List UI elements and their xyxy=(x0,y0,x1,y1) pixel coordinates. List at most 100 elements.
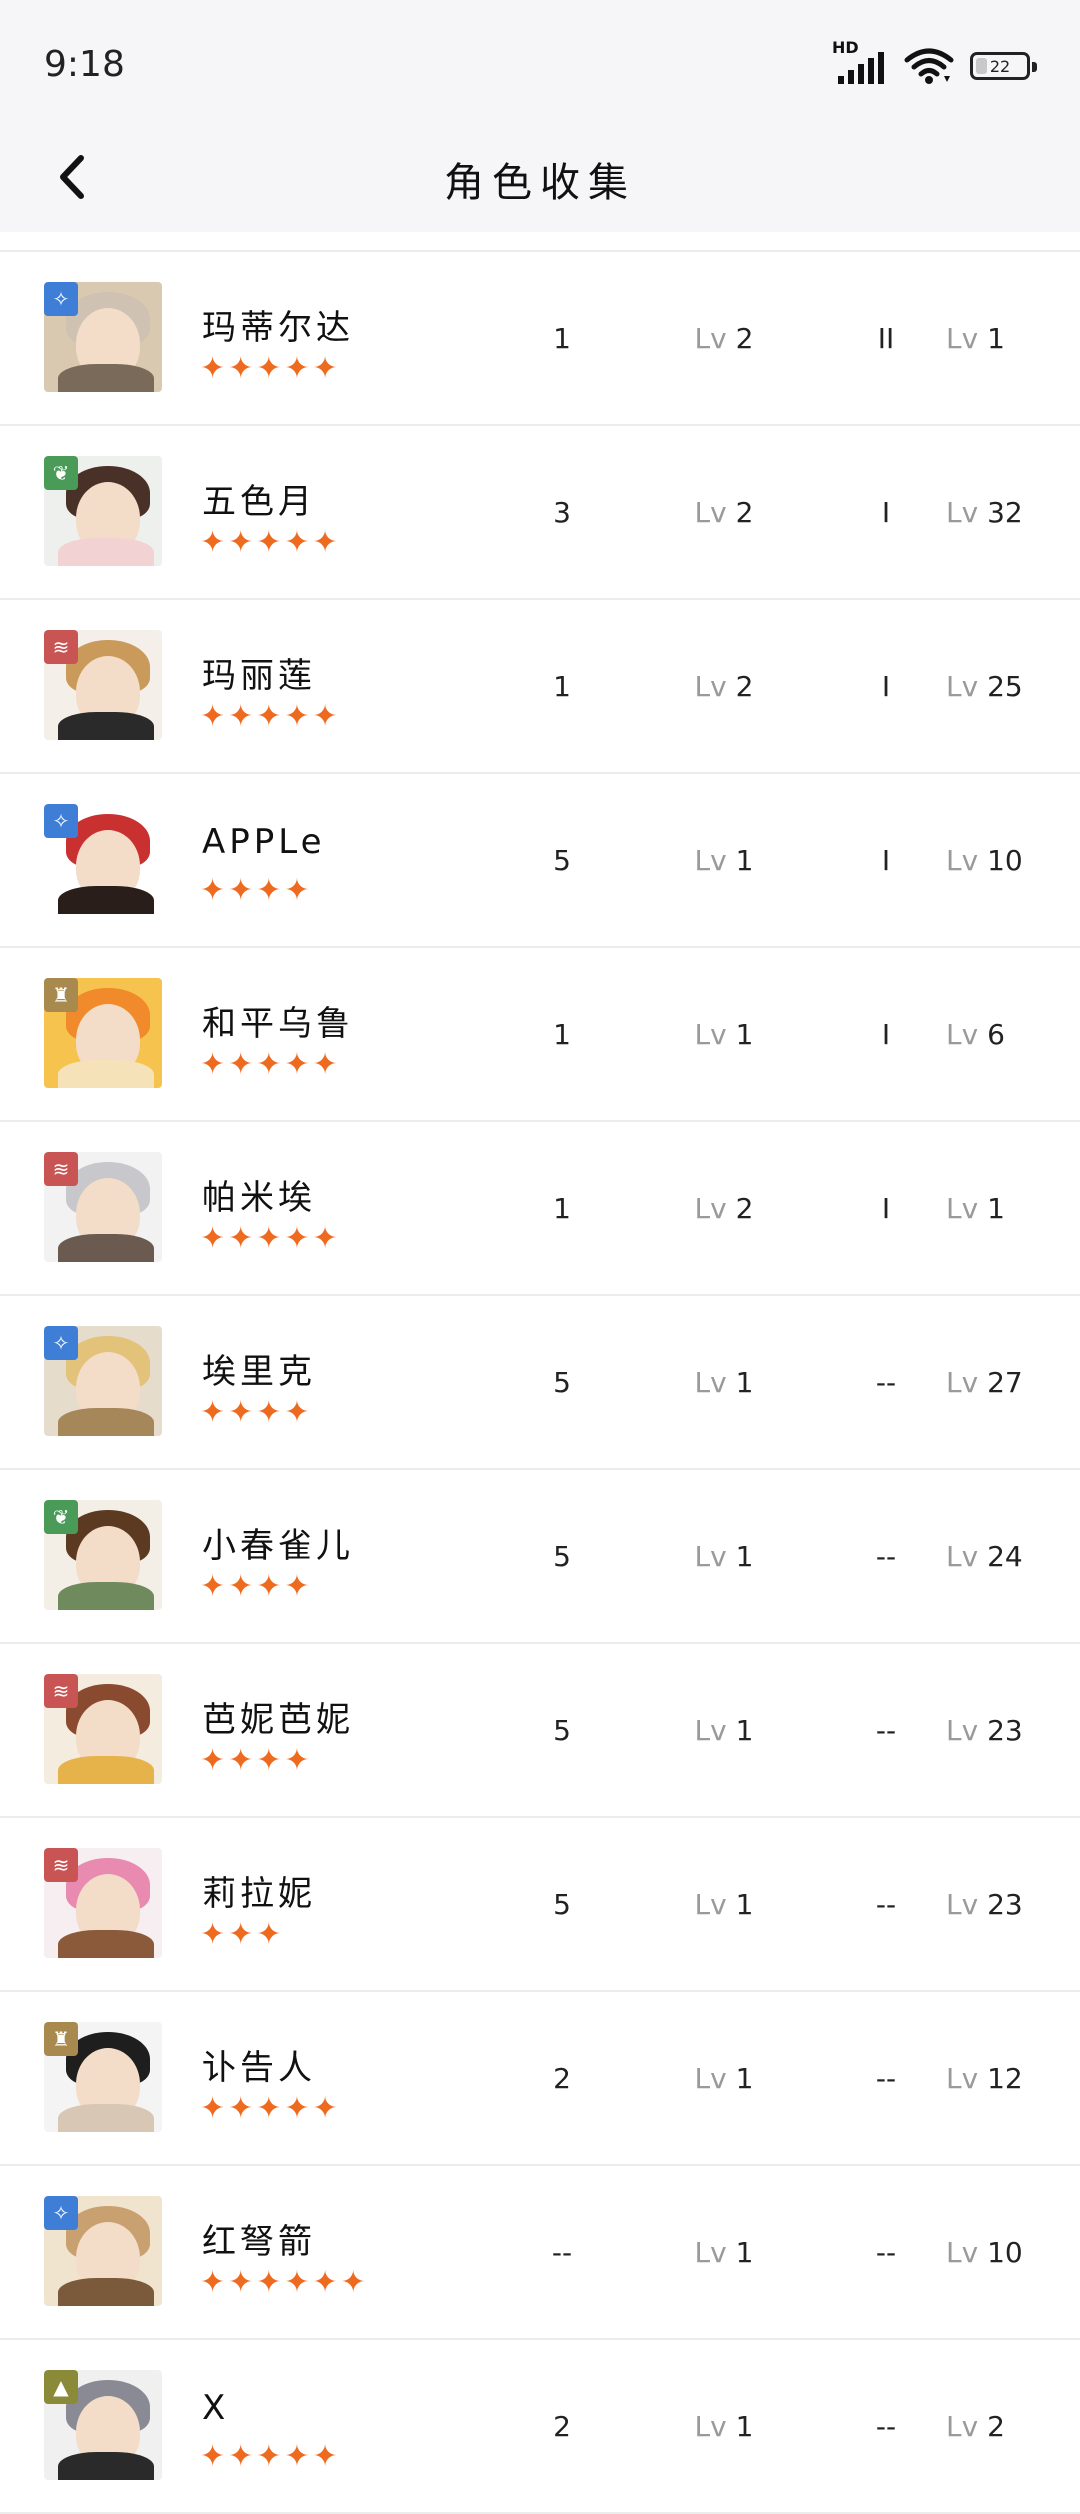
level-value: 23 xyxy=(987,1714,1023,1747)
skill-level: Lv 1 xyxy=(664,1714,784,1747)
character-row[interactable]: ≋ 莉拉妮 ✦✦✦ 5 Lv 1 -- Lv 23 xyxy=(0,1818,1080,1992)
character-avatar[interactable]: ✧ xyxy=(44,282,162,392)
waves-icon: ≋ xyxy=(44,1848,78,1882)
level-value: 1 xyxy=(735,1888,754,1921)
battery-icon: 22 xyxy=(970,52,1037,80)
character-avatar[interactable]: ✧ xyxy=(44,804,162,914)
character-avatar[interactable]: ✧ xyxy=(44,1326,162,1436)
character-avatar[interactable]: ❦ xyxy=(44,1500,162,1610)
character-name: 玛蒂尔达 xyxy=(202,308,354,348)
character-name: 帕米埃 xyxy=(202,1178,316,1218)
character-avatar[interactable]: ✧ xyxy=(44,2196,162,2306)
skill-level: Lv 1 xyxy=(664,2062,784,2095)
dupe-count: 5 xyxy=(553,1366,571,1399)
level-value: 2 xyxy=(987,2410,1005,2443)
level-value: 1 xyxy=(735,2062,754,2095)
level-value: 23 xyxy=(987,1888,1023,1921)
character-name: 五色月 xyxy=(202,482,316,522)
level-prefix: Lv xyxy=(946,670,979,703)
character-avatar[interactable]: ♜ xyxy=(44,2022,162,2132)
character-row[interactable]: ✧ 玛蒂尔达 ✦✦✦✦✦ 1 Lv 2 II Lv 1 xyxy=(0,250,1080,426)
character-avatar[interactable]: ≋ xyxy=(44,1848,162,1958)
level-prefix: Lv xyxy=(694,1888,727,1921)
dupe-count: 1 xyxy=(553,1018,571,1051)
level-value: 2 xyxy=(735,670,754,703)
dupe-count: 5 xyxy=(553,844,571,877)
tier-mark: -- xyxy=(875,2236,897,2269)
tier-mark: I xyxy=(881,496,891,529)
wifi-icon xyxy=(904,48,954,84)
character-avatar[interactable]: ≋ xyxy=(44,1674,162,1784)
level-prefix: Lv xyxy=(694,2062,727,2095)
status-time: 9:18 xyxy=(44,44,125,85)
character-level: Lv 1 xyxy=(946,1192,1066,1225)
level-value: 1 xyxy=(735,2236,754,2269)
rarity-stars: ✦✦✦✦✦ xyxy=(200,525,341,560)
dupe-count: 5 xyxy=(553,1540,571,1573)
dupe-count: 2 xyxy=(553,2062,571,2095)
level-prefix: Lv xyxy=(694,2410,727,2443)
battery-level xyxy=(976,58,987,74)
level-prefix: Lv xyxy=(946,2062,979,2095)
level-prefix: Lv xyxy=(946,1366,979,1399)
level-value: 1 xyxy=(735,1540,754,1573)
character-level: Lv 10 xyxy=(946,2236,1066,2269)
skill-level: Lv 2 xyxy=(664,670,784,703)
level-prefix: Lv xyxy=(694,1192,727,1225)
character-row[interactable]: ♜ 讣告人 ✦✦✦✦✦ 2 Lv 1 -- Lv 12 xyxy=(0,1992,1080,2166)
character-row[interactable]: ♜ 和平乌鲁 ✦✦✦✦✦ 1 Lv 1 I Lv 6 xyxy=(0,948,1080,1122)
dupe-count: 1 xyxy=(553,670,571,703)
character-level: Lv 32 xyxy=(946,496,1066,529)
character-row[interactable]: ≋ 帕米埃 ✦✦✦✦✦ 1 Lv 2 I Lv 1 xyxy=(0,1122,1080,1296)
tier-mark: -- xyxy=(875,1366,897,1399)
character-row[interactable]: ≋ 玛丽莲 ✦✦✦✦✦ 1 Lv 2 I Lv 25 xyxy=(0,600,1080,774)
character-row[interactable]: ✧ APPLe ✦✦✦✦ 5 Lv 1 I Lv 10 xyxy=(0,774,1080,948)
tower-icon: ♜ xyxy=(44,2022,78,2056)
compass-icon: ✧ xyxy=(44,2196,78,2230)
level-value: 12 xyxy=(987,2062,1023,2095)
level-value: 1 xyxy=(735,1714,754,1747)
skill-level: Lv 1 xyxy=(664,2410,784,2443)
level-prefix: Lv xyxy=(694,1366,727,1399)
character-name: 小春雀儿 xyxy=(202,1526,354,1566)
skill-level: Lv 2 xyxy=(664,1192,784,1225)
character-level: Lv 23 xyxy=(946,1888,1066,1921)
character-row[interactable]: ≋ 芭妮芭妮 ✦✦✦✦ 5 Lv 1 -- Lv 23 xyxy=(0,1644,1080,1818)
character-level: Lv 24 xyxy=(946,1540,1066,1573)
level-prefix: Lv xyxy=(946,844,979,877)
rarity-stars: ✦✦✦✦✦✦ xyxy=(200,2265,369,2300)
level-value: 2 xyxy=(735,1192,754,1225)
dupe-count: 5 xyxy=(553,1888,571,1921)
character-name: 莉拉妮 xyxy=(202,1874,316,1914)
character-avatar[interactable]: ♜ xyxy=(44,978,162,1088)
dupe-count: 1 xyxy=(553,322,571,355)
character-row[interactable]: ▲ X ✦✦✦✦✦ 2 Lv 1 -- Lv 2 xyxy=(0,2340,1080,2514)
character-name: 芭妮芭妮 xyxy=(202,1700,354,1740)
level-value: 2 xyxy=(735,496,754,529)
level-value: 25 xyxy=(987,670,1023,703)
level-prefix: Lv xyxy=(694,322,727,355)
level-value: 27 xyxy=(987,1366,1023,1399)
level-prefix: Lv xyxy=(946,1714,979,1747)
status-icons: HD 22 xyxy=(832,38,1037,88)
signal-icon: HD xyxy=(832,38,888,88)
character-avatar[interactable]: ≋ xyxy=(44,630,162,740)
character-row[interactable]: ❦ 五色月 ✦✦✦✦✦ 3 Lv 2 I Lv 32 xyxy=(0,426,1080,600)
character-avatar[interactable]: ▲ xyxy=(44,2370,162,2480)
level-prefix: Lv xyxy=(946,2236,979,2269)
character-avatar[interactable]: ≋ xyxy=(44,1152,162,1262)
character-row[interactable]: ❦ 小春雀儿 ✦✦✦✦ 5 Lv 1 -- Lv 24 xyxy=(0,1470,1080,1644)
character-level: Lv 6 xyxy=(946,1018,1066,1051)
level-value: 10 xyxy=(987,844,1023,877)
dupe-count: 2 xyxy=(553,2410,571,2443)
level-value: 10 xyxy=(987,2236,1023,2269)
tier-mark: I xyxy=(881,670,891,703)
dupe-count: 5 xyxy=(553,1714,571,1747)
character-row[interactable]: ✧ 红弩箭 ✦✦✦✦✦✦ -- Lv 1 -- Lv 10 xyxy=(0,2166,1080,2340)
rarity-stars: ✦✦✦✦ xyxy=(200,873,313,908)
character-avatar[interactable]: ❦ xyxy=(44,456,162,566)
character-row[interactable]: ✧ 埃里克 ✦✦✦✦ 5 Lv 1 -- Lv 27 xyxy=(0,1296,1080,1470)
rarity-stars: ✦✦✦✦✦ xyxy=(200,2091,341,2126)
level-prefix: Lv xyxy=(946,496,979,529)
waves-icon: ≋ xyxy=(44,1152,78,1186)
